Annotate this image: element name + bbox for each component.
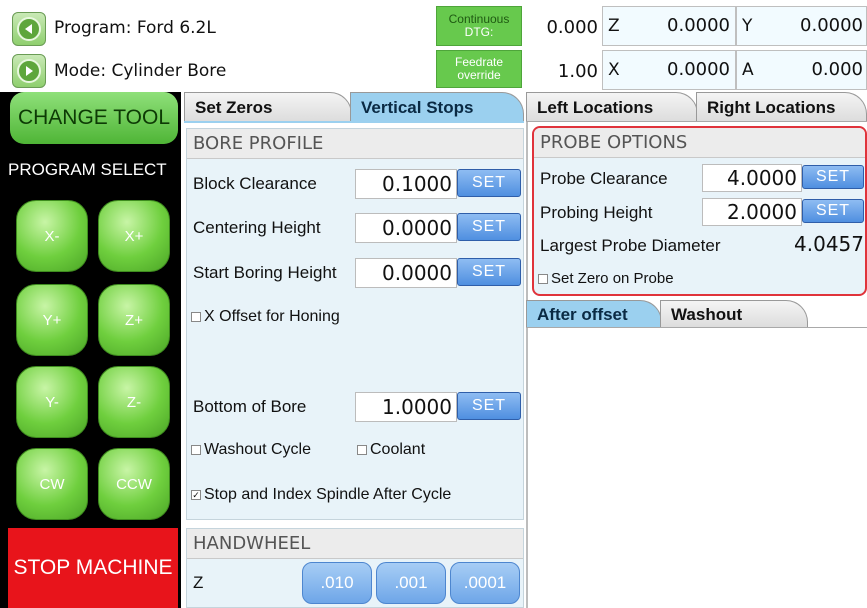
centering-height-set-button[interactable]: SET — [457, 213, 521, 241]
dro-a: A 0.000 — [736, 50, 867, 90]
program-select-label: PROGRAM SELECT — [8, 160, 167, 179]
dro-x: X 0.0000 — [602, 50, 736, 90]
bottom-of-bore-input[interactable]: 1.0000 — [355, 392, 457, 422]
start-boring-height-input[interactable]: 0.0000 — [355, 258, 457, 288]
block-clearance-input[interactable]: 0.1000 — [355, 169, 457, 199]
start-boring-height-set-button[interactable]: SET — [457, 258, 521, 286]
centering-height-input[interactable]: 0.0000 — [355, 213, 457, 243]
dro-y-axis: Y — [742, 16, 753, 36]
jog-x-plus-button[interactable]: X+ — [98, 200, 170, 272]
checkbox-box — [191, 312, 201, 322]
after-offset-content — [528, 328, 867, 608]
tab-set-zeros[interactable]: Set Zeros — [184, 92, 352, 122]
dro-a-axis: A — [742, 60, 754, 80]
stop-index-spindle-label: Stop and Index Spindle After Cycle — [204, 486, 452, 503]
tab-right-locations[interactable]: Right Locations — [696, 92, 867, 122]
checkbox-box — [191, 445, 201, 455]
start-boring-height-label: Start Boring Height — [193, 263, 337, 282]
dro-a-value: 0.000 — [811, 59, 863, 80]
washout-cycle-label: Washout Cycle — [204, 441, 311, 458]
tab-underline — [184, 121, 524, 123]
dro-z-value: 0.0000 — [667, 15, 730, 36]
jog-z-minus-button[interactable]: Z- — [98, 366, 170, 438]
set-zero-on-probe-checkbox[interactable]: Set Zero on Probe — [538, 270, 674, 287]
block-clearance-set-button[interactable]: SET — [457, 169, 521, 197]
x-offset-honing-label: X Offset for Honing — [204, 308, 340, 325]
dro-z: Z 0.0000 — [602, 6, 736, 46]
handwheel-axis: Z — [193, 573, 204, 592]
jog-y-plus-button[interactable]: Y+ — [16, 284, 88, 356]
continuous-dtg-button[interactable]: Continuous DTG: — [436, 6, 522, 46]
jog-z-plus-button[interactable]: Z+ — [98, 284, 170, 356]
arrow-right-icon — [17, 59, 41, 83]
jog-x-minus-button[interactable]: X- — [16, 200, 88, 272]
bore-profile-title: BORE PROFILE — [187, 129, 523, 159]
tab-washout[interactable]: Washout — [660, 300, 808, 328]
feedrate-override-button[interactable]: Feedrate override — [436, 50, 522, 88]
increment-010-button[interactable]: .010 — [302, 562, 372, 604]
set-zero-on-probe-label: Set Zero on Probe — [551, 270, 674, 287]
probing-height-input[interactable]: 2.0000 — [702, 198, 802, 226]
increment-0001-button[interactable]: .0001 — [450, 562, 520, 604]
jog-y-minus-button[interactable]: Y- — [16, 366, 88, 438]
x-offset-honing-checkbox[interactable]: X Offset for Honing — [191, 308, 340, 326]
checkbox-box — [357, 445, 367, 455]
probe-options-title: PROBE OPTIONS — [534, 128, 865, 158]
largest-probe-diameter-label: Largest Probe Diameter — [540, 236, 721, 255]
dro-x-value: 0.0000 — [667, 59, 730, 80]
tab-baseline — [526, 121, 867, 122]
probing-height-label: Probing Height — [540, 203, 653, 222]
dtg-label: DTG: — [464, 25, 494, 39]
mode-label: Mode: Cylinder Bore — [54, 61, 227, 81]
largest-probe-diameter-value: 4.0457 — [794, 232, 864, 256]
next-mode-button[interactable] — [12, 54, 46, 88]
probe-clearance-input[interactable]: 4.0000 — [702, 164, 802, 192]
change-tool-button[interactable]: CHANGE TOOL — [10, 92, 178, 144]
probe-clearance-set-button[interactable]: SET — [802, 165, 864, 189]
checkbox-box — [538, 273, 548, 284]
checkmark-icon: ✓ — [191, 490, 201, 500]
spindle-ccw-button[interactable]: CCW — [98, 448, 170, 520]
block-clearance-label: Block Clearance — [193, 174, 317, 193]
bottom-of-bore-set-button[interactable]: SET — [457, 392, 521, 420]
spindle-cw-button[interactable]: CW — [16, 448, 88, 520]
dro-x-axis: X — [608, 60, 620, 80]
probing-height-set-button[interactable]: SET — [802, 199, 864, 223]
dro-y-value: 0.0000 — [800, 15, 863, 36]
stop-machine-button[interactable]: STOP MACHINE — [8, 528, 178, 608]
coolant-checkbox[interactable]: Coolant — [357, 441, 425, 459]
coolant-label: Coolant — [370, 441, 426, 458]
increment-001-button[interactable]: .001 — [376, 562, 446, 604]
stop-index-spindle-checkbox[interactable]: ✓ Stop and Index Spindle After Cycle — [191, 486, 451, 504]
bottom-of-bore-label: Bottom of Bore — [193, 397, 307, 416]
handwheel-title: HANDWHEEL — [187, 529, 523, 559]
feedrate-value: 1.00 — [557, 61, 598, 82]
tab-vertical-stops[interactable]: Vertical Stops — [350, 92, 524, 122]
dtg-value: 0.000 — [546, 17, 598, 38]
probe-clearance-label: Probe Clearance — [540, 169, 668, 188]
washout-cycle-checkbox[interactable]: Washout Cycle — [191, 441, 311, 459]
program-label: Program: Ford 6.2L — [54, 18, 216, 38]
tab-left-locations[interactable]: Left Locations — [526, 92, 698, 122]
arrow-left-icon — [17, 17, 41, 41]
override-label: override — [457, 68, 501, 82]
previous-program-button[interactable] — [12, 12, 46, 46]
centering-height-label: Centering Height — [193, 218, 321, 237]
dro-z-axis: Z — [608, 16, 620, 36]
tab-after-offset[interactable]: After offset — [526, 300, 662, 328]
dro-y: Y 0.0000 — [736, 6, 867, 46]
